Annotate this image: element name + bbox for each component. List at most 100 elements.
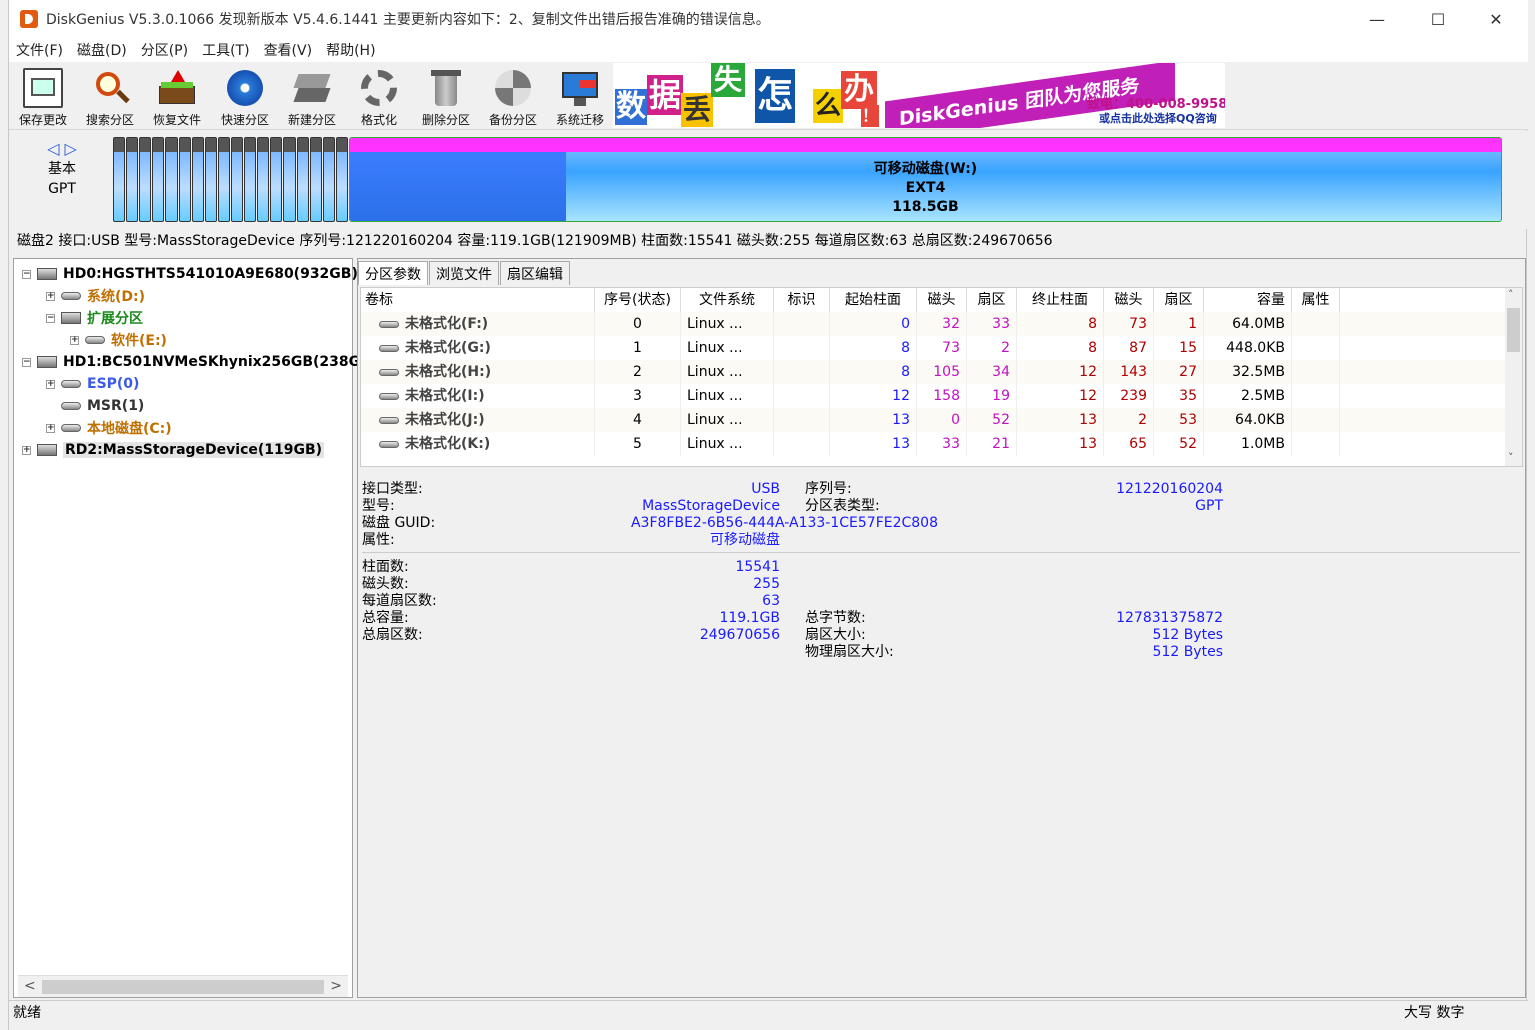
tree-node-msr[interactable]: MSR(1): [61, 396, 144, 416]
system-migration-button[interactable]: 系统迁移: [547, 66, 613, 128]
table-cell: Linux ...: [681, 408, 774, 432]
search-partition-button[interactable]: 搜索分区: [77, 66, 143, 128]
status-keys: 大写 数字: [1404, 1005, 1465, 1021]
detail-label: 型号:: [362, 498, 395, 514]
table-cell: 2.5MB: [1204, 384, 1292, 408]
tree-node-extended[interactable]: − 扩展分区: [46, 308, 143, 328]
column-header[interactable]: 扇区: [1154, 288, 1204, 312]
search-icon: [90, 68, 130, 108]
column-header[interactable]: 卷标: [361, 288, 595, 312]
banner-char: 办: [841, 71, 877, 109]
scroll-up-icon[interactable]: ˄: [1508, 288, 1514, 301]
table-cell: 21: [967, 432, 1017, 456]
migrate-icon: [560, 68, 600, 108]
tab-partition-params[interactable]: 分区参数: [358, 261, 428, 285]
menu-tools[interactable]: 工具(T): [195, 40, 256, 60]
table-cell: 8: [1017, 312, 1104, 336]
detail-label: 分区表类型:: [805, 498, 880, 514]
table-vertical-scrollbar[interactable]: ˄ ˅: [1505, 288, 1522, 466]
column-header[interactable]: 起始柱面: [830, 288, 917, 312]
scroll-left-icon[interactable]: <: [24, 978, 36, 994]
tree-node-rd2[interactable]: + RD2:MassStorageDevice(119GB): [22, 440, 325, 460]
table-cell: 未格式化(F:): [361, 312, 595, 336]
minimize-button[interactable]: —: [1348, 0, 1406, 38]
partition-size: 118.5GB: [892, 199, 959, 215]
partition-block-w[interactable]: 可移动磁盘(W:) EXT4 118.5GB: [349, 137, 1502, 222]
tree-node-hd1[interactable]: − HD1:BC501NVMeSKhynix256GB(238G: [22, 352, 360, 372]
table-cell: 64.0MB: [1204, 312, 1292, 336]
column-header[interactable]: 序号(状态): [595, 288, 681, 312]
column-header[interactable]: 标识: [774, 288, 830, 312]
detail-label: 序列号:: [805, 481, 852, 497]
tree-node-esp[interactable]: + ESP(0): [46, 374, 139, 394]
volume-icon: [61, 402, 81, 410]
backup-partition-button[interactable]: 备份分区: [480, 66, 546, 128]
quick-partition-button[interactable]: 快速分区: [212, 66, 278, 128]
scroll-right-icon[interactable]: >: [330, 978, 342, 994]
table-cell: 1: [595, 336, 681, 360]
recover-files-button[interactable]: 恢复文件: [144, 66, 210, 128]
tree-node-hd0[interactable]: − HD0:HGSTHTS541010A9E680(932GB): [22, 264, 358, 284]
table-cell: [1292, 432, 1340, 456]
delete-partition-button[interactable]: 删除分区: [413, 66, 479, 128]
window-title: DiskGenius V5.3.0.1066 发现新版本 V5.4.6.1441…: [46, 12, 770, 28]
banner-char: 丢: [681, 93, 713, 127]
detail-label: 属性:: [362, 532, 395, 548]
scroll-thumb[interactable]: [42, 980, 324, 994]
menu-view[interactable]: 查看(V): [257, 40, 320, 60]
table-cell: 65: [1104, 432, 1154, 456]
maximize-button[interactable]: ☐: [1409, 0, 1467, 38]
close-button[interactable]: ✕: [1467, 0, 1525, 38]
detail-label: 总字节数:: [805, 610, 866, 626]
table-row[interactable]: 未格式化(H:) 2 Linux ... 8 105 34 12 143 27 32.5MB: [361, 360, 1507, 384]
table-row[interactable]: 未格式化(J:) 4 Linux ... 13 0 52 13 2 53 64.0KB: [361, 408, 1507, 432]
table-cell: [774, 312, 830, 336]
table-row[interactable]: 未格式化(K:) 5 Linux ... 13 33 21 13 65 52 1.0MB: [361, 432, 1507, 456]
column-header[interactable]: 属性: [1292, 288, 1340, 312]
app-logo-icon: [20, 10, 38, 28]
ad-banner[interactable]: 数 据 丢 失 怎 么 办 ！ DiskGenius 团队为您服务 致电：400…: [613, 63, 1225, 128]
table-cell: 13: [830, 408, 917, 432]
tree-horizontal-scrollbar[interactable]: < >: [18, 975, 348, 997]
table-row[interactable]: 未格式化(G:) 1 Linux ... 8 73 2 8 87 15 448.0KB: [361, 336, 1507, 360]
detail-value: 119.1GB: [719, 610, 780, 626]
column-header[interactable]: 磁头: [917, 288, 967, 312]
volume-icon: [379, 392, 399, 400]
table-row[interactable]: 未格式化(F:) 0 Linux ... 0 32 33 8 73 1 64.0MB: [361, 312, 1507, 336]
table-cell: 12: [1017, 384, 1104, 408]
menu-partition[interactable]: 分区(P): [134, 40, 195, 60]
banner-char: 失: [711, 63, 745, 97]
column-header[interactable]: 文件系统: [681, 288, 774, 312]
volume-icon: [61, 424, 81, 432]
table-cell: 未格式化(K:): [361, 432, 595, 456]
table-cell: 5: [595, 432, 681, 456]
save-changes-button[interactable]: 保存更改: [10, 66, 76, 128]
menu-file[interactable]: 文件(F): [9, 40, 70, 60]
tab-browse-files[interactable]: 浏览文件: [429, 261, 499, 285]
detail-label: 物理扇区大小:: [805, 644, 894, 660]
disk-info-line: 磁盘2 接口:USB 型号:MassStorageDevice 序列号:1212…: [17, 233, 1053, 249]
menu-disk[interactable]: 磁盘(D): [70, 40, 134, 60]
table-row[interactable]: 未格式化(I:) 3 Linux ... 12 158 19 12 239 35 2.5MB: [361, 384, 1507, 408]
tree-node-software-e[interactable]: + 软件(E:): [70, 330, 167, 350]
tree-node-system-d[interactable]: + 系统(D:): [46, 286, 145, 306]
column-header[interactable]: 磁头: [1104, 288, 1154, 312]
column-header[interactable]: 终止柱面: [1017, 288, 1104, 312]
column-header[interactable]: 扇区: [967, 288, 1017, 312]
disk-style-gpt: GPT: [48, 181, 76, 197]
scroll-down-icon[interactable]: ˅: [1508, 451, 1514, 464]
tab-sector-edit[interactable]: 扇区编辑: [500, 261, 570, 285]
volume-icon: [379, 368, 399, 376]
scroll-thumb[interactable]: [1507, 308, 1520, 352]
table-cell: 2: [595, 360, 681, 384]
column-header[interactable]: 容量: [1204, 288, 1292, 312]
small-partitions-bar[interactable]: [113, 137, 349, 222]
disk-nav-arrows[interactable]: ◁ ▷: [29, 139, 95, 159]
detail-value: 512 Bytes: [1152, 627, 1223, 643]
tree-node-local-c[interactable]: + 本地磁盘(C:): [46, 418, 172, 438]
format-button[interactable]: 格式化: [346, 66, 412, 128]
new-partition-button[interactable]: 新建分区: [279, 66, 345, 128]
banner-char: 怎: [755, 69, 795, 123]
menu-help[interactable]: 帮助(H): [319, 40, 382, 60]
detail-value: 可移动磁盘: [710, 532, 780, 548]
